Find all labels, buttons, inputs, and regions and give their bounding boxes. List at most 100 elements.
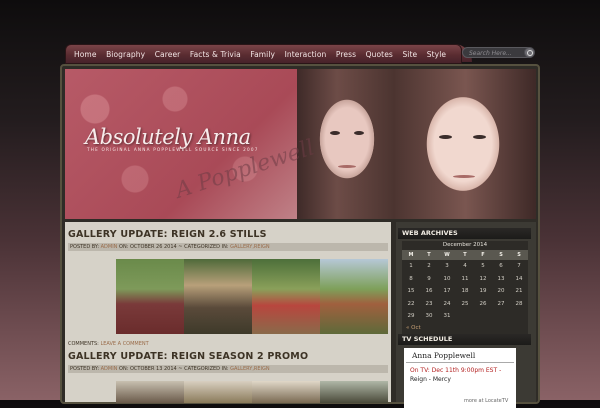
site-logo[interactable]: Absolutely Anna xyxy=(85,125,251,149)
post-meta: POSTED BY: ADMIN ON: OCTOBER 26 2014 ~ C… xyxy=(68,243,388,251)
calendar-day: 8 xyxy=(409,275,413,282)
calendar-day: 19 xyxy=(479,288,487,295)
calendar-day: 7 xyxy=(517,263,521,270)
calendar-day: 9 xyxy=(427,275,431,282)
nav-quotes[interactable]: Quotes xyxy=(366,50,393,59)
mouth-shape xyxy=(453,175,475,178)
eye-shape xyxy=(354,131,364,135)
eye-shape xyxy=(330,131,340,135)
meta-author-link[interactable]: ADMIN xyxy=(101,244,118,250)
gallery-thumb[interactable] xyxy=(184,259,252,334)
calendar-prev-link[interactable]: « Oct xyxy=(402,323,528,335)
calendar-day-header: M xyxy=(402,250,420,260)
calendar-day-header: T xyxy=(456,250,474,260)
tv-show[interactable]: Reign - Mercy xyxy=(404,374,516,383)
calendar-day: 11 xyxy=(461,275,469,282)
header-photo-right xyxy=(395,69,536,219)
gallery-thumb[interactable] xyxy=(116,259,184,334)
calendar-day-header: S xyxy=(510,250,528,260)
tv-actor-name: Anna Popplewell xyxy=(406,348,514,363)
comments-label: COMMENTS: xyxy=(68,341,99,347)
nav-family[interactable]: Family xyxy=(250,50,275,59)
main-nav: Home Biography Career Facts & Trivia Fam… xyxy=(65,44,462,64)
meta-author-link[interactable]: ADMIN xyxy=(101,366,118,372)
calendar-day xyxy=(456,310,474,323)
tv-schedule-heading: TV SCHEDULE xyxy=(398,334,531,345)
calendar-day: 14 xyxy=(515,275,523,282)
calendar-day: 28 xyxy=(515,300,523,307)
post-comments: COMMENTS: LEAVE A COMMENT xyxy=(68,341,388,347)
calendar-day: 25 xyxy=(461,300,469,307)
meta-date: ON: OCTOBER 26 2014 ~ CATEGORIZED IN: xyxy=(119,244,229,250)
tv-more-link[interactable]: more at LocateTV xyxy=(464,398,508,404)
calendar-day: 31 xyxy=(443,313,451,320)
nav-career[interactable]: Career xyxy=(155,50,181,59)
site-tagline: THE ORIGINAL ANNA POPPLEWELL SOURCE SINC… xyxy=(87,147,259,152)
calendar-day: 12 xyxy=(479,275,487,282)
calendar-caption: December 2014 xyxy=(442,242,488,248)
calendar-day-header: T xyxy=(420,250,438,260)
gallery-thumb[interactable] xyxy=(252,259,320,334)
post-title[interactable]: GALLERY UPDATE: REIGN SEASON 2 PROMO xyxy=(68,351,388,362)
meta-date: ON: OCTOBER 13 2014 ~ CATEGORIZED IN: xyxy=(119,366,229,372)
nav-biography[interactable]: Biography xyxy=(106,50,145,59)
calendar-day: 17 xyxy=(443,288,451,295)
nav-home[interactable]: Home xyxy=(74,50,97,59)
calendar-day: 30 xyxy=(425,313,433,320)
calendar-day: 3 xyxy=(445,263,449,270)
calendar-day: 10 xyxy=(443,275,451,282)
nav-style[interactable]: Style xyxy=(427,50,446,59)
gallery-thumbs xyxy=(116,259,388,334)
calendar-day: 1 xyxy=(409,263,413,270)
calendar-day: 4 xyxy=(463,263,467,270)
calendar-grid: M T W T F S S 1 2 3 4 5 6 7 8 9 10 11 12… xyxy=(402,250,528,323)
calendar-day: 5 xyxy=(481,263,485,270)
post-title[interactable]: GALLERY UPDATE: REIGN 2.6 STILLS xyxy=(68,229,388,240)
calendar-day: 22 xyxy=(407,300,415,307)
meta-category-link[interactable]: GALLERY,REIGN xyxy=(230,366,270,372)
calendar-day: 13 xyxy=(497,275,505,282)
page-wrap: Home Biography Career Facts & Trivia Fam… xyxy=(60,44,542,408)
calendar-day: 24 xyxy=(443,300,451,307)
post-meta: POSTED BY: ADMIN ON: OCTOBER 13 2014 ~ C… xyxy=(68,365,388,373)
meta-category-link[interactable]: GALLERY,REIGN xyxy=(230,244,270,250)
leave-comment-link[interactable]: LEAVE A COMMENT xyxy=(100,341,148,347)
calendar-day: 29 xyxy=(407,313,415,320)
calendar-day: 2 xyxy=(427,263,431,270)
post: GALLERY UPDATE: REIGN SEASON 2 PROMO POS… xyxy=(68,351,388,403)
eye-shape xyxy=(473,135,486,139)
main-content: GALLERY UPDATE: REIGN 2.6 STILLS POSTED … xyxy=(65,222,391,403)
tv-airtime: On TV: Dec 11th 9:00pm EST - xyxy=(410,367,502,374)
calendar-day: 26 xyxy=(479,300,487,307)
calendar-day: 23 xyxy=(425,300,433,307)
sidebar: WEB ARCHIVES December 2014 M T W T F S S… xyxy=(396,222,536,408)
calendar-day: 16 xyxy=(425,288,433,295)
archives-heading: WEB ARCHIVES xyxy=(398,228,531,239)
calendar-day xyxy=(510,310,528,323)
nav-site[interactable]: Site xyxy=(402,50,417,59)
calendar: December 2014 M T W T F S S 1 2 3 4 5 6 … xyxy=(402,241,528,335)
post: GALLERY UPDATE: REIGN 2.6 STILLS POSTED … xyxy=(68,229,388,347)
search-icon[interactable] xyxy=(524,47,535,58)
calendar-day: 27 xyxy=(497,300,505,307)
calendar-day: 6 xyxy=(499,263,503,270)
mouth-shape xyxy=(338,165,356,168)
calendar-day: 15 xyxy=(407,288,415,295)
calendar-day: 18 xyxy=(461,288,469,295)
calendar-day: 20 xyxy=(497,288,505,295)
eye-shape xyxy=(439,135,452,139)
calendar-day xyxy=(492,310,510,323)
meta-posted-by: POSTED BY: xyxy=(70,244,100,250)
nav-facts-trivia[interactable]: Facts & Trivia xyxy=(190,50,241,59)
meta-posted-by: POSTED BY: xyxy=(70,366,100,372)
calendar-day-header: F xyxy=(474,250,492,260)
calendar-day-header: W xyxy=(438,250,456,260)
calendar-day xyxy=(474,310,492,323)
calendar-day-header: S xyxy=(492,250,510,260)
tv-schedule-widget: Anna Popplewell On TV: Dec 11th 9:00pm E… xyxy=(404,348,516,408)
gallery-thumb[interactable] xyxy=(320,259,388,334)
nav-press[interactable]: Press xyxy=(336,50,356,59)
calendar-day: 21 xyxy=(515,288,523,295)
nav-interaction[interactable]: Interaction xyxy=(285,50,327,59)
header-banner: Absolutely Anna THE ORIGINAL ANNA POPPLE… xyxy=(65,69,536,219)
